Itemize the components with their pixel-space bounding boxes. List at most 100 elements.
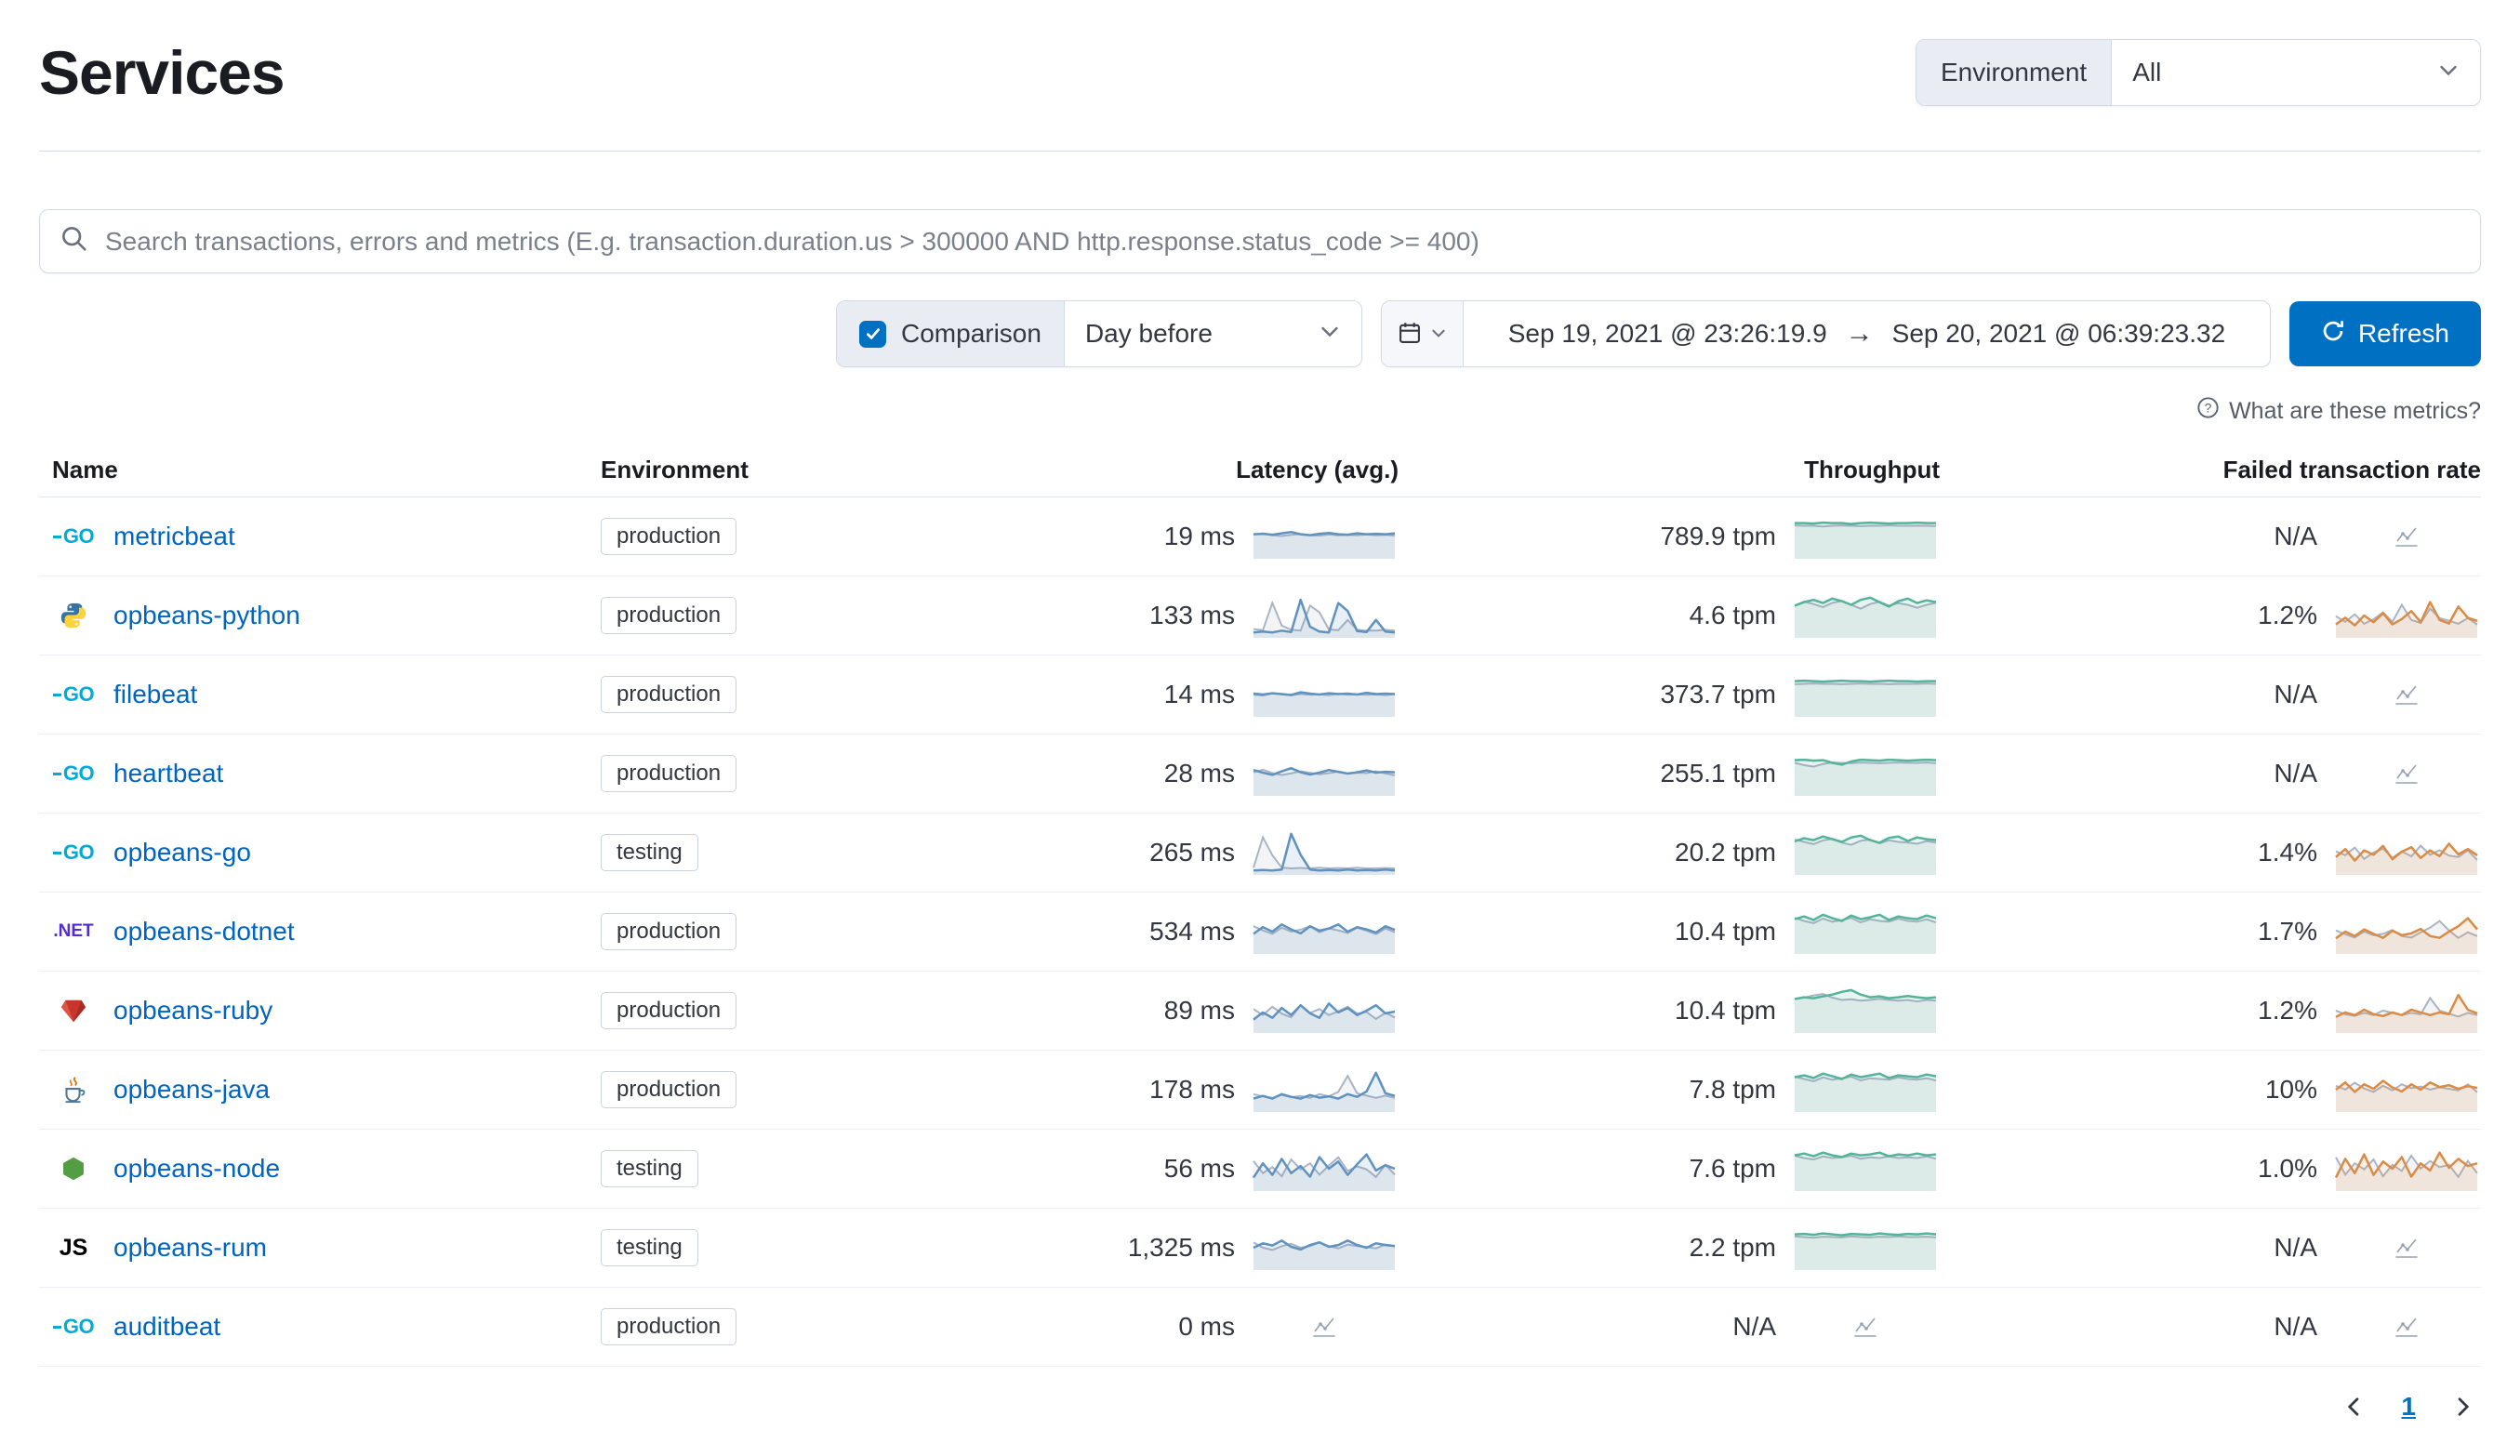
comparison-checkbox-group[interactable]: Comparison xyxy=(837,301,1065,366)
latency-cell: 19 ms xyxy=(857,510,1399,563)
latency-sparkline xyxy=(1250,1064,1399,1116)
failed-rate-sparkline xyxy=(2332,906,2481,958)
service-link[interactable]: opbeans-java xyxy=(113,1075,270,1105)
service-link[interactable]: metricbeat xyxy=(113,522,235,551)
node-agent-icon xyxy=(52,1155,95,1183)
throughput-cell: N/A xyxy=(1399,1301,1940,1353)
table-row[interactable]: opbeans-python production 133 ms 4.6 tpm… xyxy=(39,576,2481,655)
service-link[interactable]: opbeans-go xyxy=(113,838,251,867)
page-1-button[interactable]: 1 xyxy=(2395,1391,2421,1423)
service-name-cell: GO auditbeat xyxy=(39,1312,588,1342)
table-row[interactable]: opbeans-node testing 56 ms 7.6 tpm 1.0% xyxy=(39,1130,2481,1209)
table-row[interactable]: .NET opbeans-dotnet production 534 ms 10… xyxy=(39,893,2481,972)
service-link[interactable]: filebeat xyxy=(113,680,197,709)
throughput-cell: 7.6 tpm xyxy=(1399,1143,1940,1195)
date-quick-select-button[interactable] xyxy=(1381,301,1464,366)
environment-cell: testing xyxy=(588,1150,857,1187)
failed-rate-sparkline xyxy=(2332,1222,2481,1274)
table-row[interactable]: GO opbeans-go testing 265 ms 20.2 tpm 1.… xyxy=(39,814,2481,893)
metrics-help-text: What are these metrics? xyxy=(2229,397,2481,424)
latency-value: 19 ms xyxy=(1163,522,1235,550)
controls-row: Comparison Day before Sep 19, 2021 @ 23:… xyxy=(39,300,2481,367)
environment-cell: production xyxy=(588,597,857,634)
latency-sparkline xyxy=(1250,510,1399,563)
throughput-cell: 373.7 tpm xyxy=(1399,668,1940,721)
failed-rate-sparkline xyxy=(2332,589,2481,642)
environment-cell: production xyxy=(588,676,857,713)
refresh-icon xyxy=(2321,319,2345,350)
failed-rate-value: N/A xyxy=(2274,522,2317,550)
throughput-cell: 10.4 tpm xyxy=(1399,985,1940,1037)
go-agent-icon: GO xyxy=(52,524,95,549)
table-row[interactable]: GO filebeat production 14 ms 373.7 tpm N… xyxy=(39,655,2481,735)
environment-cell: production xyxy=(588,1071,857,1108)
date-end[interactable]: Sep 20, 2021 @ 06:39:23.32 xyxy=(1892,319,2226,349)
search-input[interactable] xyxy=(103,225,2460,258)
empty-chart-icon xyxy=(2395,527,2418,547)
apm-services-page: Services Environment All Comparison xyxy=(0,0,2520,1423)
next-page-button[interactable] xyxy=(2447,1392,2477,1422)
environment-select[interactable]: All xyxy=(2112,40,2480,105)
failed-rate-sparkline xyxy=(2332,1143,2481,1195)
throughput-value: 7.6 tpm xyxy=(1689,1154,1776,1183)
throughput-sparkline xyxy=(1791,906,1940,958)
service-name-cell: GO heartbeat xyxy=(39,759,588,788)
throughput-value: 2.2 tpm xyxy=(1689,1233,1776,1262)
environment-badge: testing xyxy=(601,1229,698,1266)
refresh-button[interactable]: Refresh xyxy=(2288,301,2481,366)
service-name-cell: GO filebeat xyxy=(39,680,588,709)
service-link[interactable]: auditbeat xyxy=(113,1312,220,1342)
latency-sparkline xyxy=(1250,748,1399,800)
throughput-sparkline xyxy=(1791,827,1940,879)
column-header-environment[interactable]: Environment xyxy=(588,456,857,484)
date-range[interactable]: Sep 19, 2021 @ 23:26:19.9 → Sep 20, 2021… xyxy=(1464,301,2270,366)
latency-cell: 178 ms xyxy=(857,1064,1399,1116)
service-link[interactable]: opbeans-python xyxy=(113,601,300,630)
service-link[interactable]: opbeans-node xyxy=(113,1154,280,1184)
table-row[interactable]: opbeans-ruby production 89 ms 10.4 tpm 1… xyxy=(39,972,2481,1051)
calendar-icon xyxy=(1397,320,1423,349)
latency-value: 534 ms xyxy=(1149,917,1235,946)
service-link[interactable]: heartbeat xyxy=(113,759,223,788)
empty-chart-icon xyxy=(1313,1317,1335,1337)
latency-value: 0 ms xyxy=(1178,1312,1235,1341)
table-row[interactable]: GO auditbeat production 0 ms N/A N/A xyxy=(39,1288,2481,1367)
latency-value: 133 ms xyxy=(1149,601,1235,629)
latency-cell: 89 ms xyxy=(857,985,1399,1037)
comparison-period-select[interactable]: Day before xyxy=(1064,301,1361,366)
failed-rate-sparkline xyxy=(2332,668,2481,721)
column-header-name[interactable]: Name xyxy=(39,456,588,484)
failed-rate-cell: N/A xyxy=(1940,668,2481,721)
empty-chart-icon xyxy=(1854,1317,1877,1337)
service-link[interactable]: opbeans-ruby xyxy=(113,996,272,1026)
throughput-sparkline xyxy=(1791,668,1940,721)
refresh-label: Refresh xyxy=(2357,319,2449,348)
environment-badge: production xyxy=(601,597,737,634)
page-title: Services xyxy=(39,38,285,107)
failed-rate-value: 1.2% xyxy=(2258,996,2317,1025)
column-header-latency[interactable]: Latency (avg.) xyxy=(857,456,1399,484)
column-header-throughput[interactable]: Throughput xyxy=(1399,456,1940,484)
table-row[interactable]: GO heartbeat production 28 ms 255.1 tpm … xyxy=(39,735,2481,814)
column-header-failed-rate[interactable]: Failed transaction rate xyxy=(1940,456,2481,484)
comparison-checkbox[interactable] xyxy=(859,320,886,348)
python-agent-icon xyxy=(52,602,95,629)
date-start[interactable]: Sep 19, 2021 @ 23:26:19.9 xyxy=(1508,319,1827,349)
throughput-cell: 4.6 tpm xyxy=(1399,589,1940,642)
service-name-cell: GO opbeans-go xyxy=(39,838,588,867)
environment-cell: production xyxy=(588,992,857,1029)
table-row[interactable]: JS opbeans-rum testing 1,325 ms 2.2 tpm … xyxy=(39,1209,2481,1288)
table-row[interactable]: opbeans-java production 178 ms 7.8 tpm 1… xyxy=(39,1051,2481,1130)
empty-chart-icon xyxy=(2395,764,2418,784)
failed-rate-value: N/A xyxy=(2274,1233,2317,1262)
metrics-help-link[interactable]: ? What are these metrics? xyxy=(39,396,2481,426)
environment-badge: production xyxy=(601,676,737,713)
chevron-down-icon xyxy=(1319,319,1341,349)
service-link[interactable]: opbeans-rum xyxy=(113,1233,267,1263)
previous-page-button[interactable] xyxy=(2340,1392,2369,1422)
table-row[interactable]: GO metricbeat production 19 ms 789.9 tpm… xyxy=(39,497,2481,576)
throughput-value: 789.9 tpm xyxy=(1660,522,1776,550)
empty-chart-icon xyxy=(2395,1317,2418,1337)
service-link[interactable]: opbeans-dotnet xyxy=(113,917,295,946)
throughput-cell: 20.2 tpm xyxy=(1399,827,1940,879)
